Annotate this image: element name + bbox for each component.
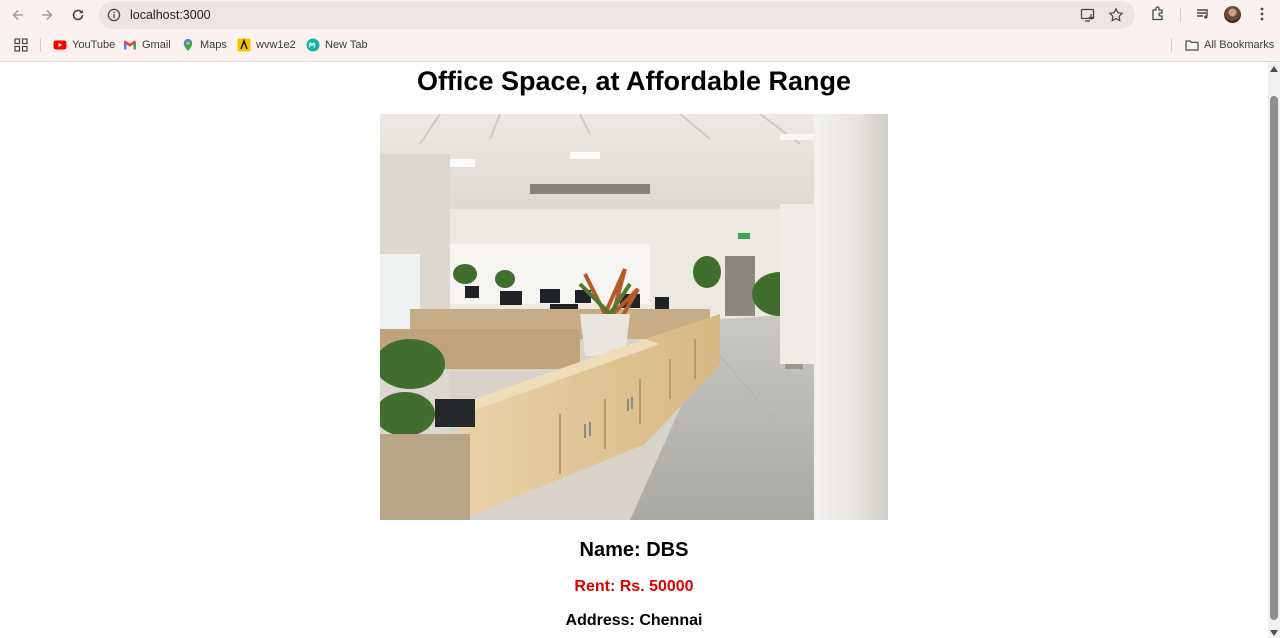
apps-grid-icon[interactable] [14, 38, 28, 52]
bookmark-star-icon[interactable] [1108, 7, 1124, 28]
url-text: localhost:3000 [130, 8, 211, 22]
scroll-up-arrow-icon[interactable] [1270, 66, 1278, 72]
bookmark-label: Maps [200, 39, 227, 51]
vertical-scrollbar[interactable] [1268, 63, 1280, 638]
all-bookmarks-button[interactable]: All Bookmarks [1185, 38, 1274, 52]
menu-kebab-icon[interactable] [1254, 6, 1270, 27]
page-title: Office Space, at Affordable Range [416, 66, 852, 96]
scrollbar-thumb[interactable] [1270, 96, 1278, 620]
bookmark-label: Gmail [142, 39, 171, 51]
forward-arrow-icon [42, 9, 53, 21]
maps-icon [183, 38, 193, 51]
back-arrow-icon [12, 9, 23, 21]
bookmark-new-tab[interactable]: New Tab [306, 38, 368, 52]
bookmark-youtube[interactable]: YouTube [53, 38, 115, 52]
office-rent: Rent: Rs. 50000 [574, 578, 694, 595]
gmail-icon [124, 40, 136, 50]
newtab-icon [306, 38, 320, 52]
folder-icon [1185, 40, 1199, 51]
bookmark-label: YouTube [72, 39, 116, 51]
reload-icon [72, 9, 84, 21]
bookmark-maps[interactable]: Maps [181, 38, 227, 52]
extensions-icon[interactable] [1150, 6, 1166, 27]
page-content: Office Space, at Affordable Range Name: … [0, 63, 1268, 638]
toolbar-divider [1180, 8, 1181, 22]
office-name: Name: DBS [579, 539, 689, 561]
profile-avatar[interactable] [1224, 6, 1241, 23]
bookmark-label: New Tab [325, 39, 368, 51]
bookmark-label: wvw1e2 [256, 39, 296, 51]
forward-button[interactable] [36, 4, 58, 26]
bookmarks-divider [40, 38, 41, 52]
bookmark-wvw1e2[interactable]: wvw1e2 [237, 38, 296, 52]
office-space-image [380, 114, 888, 520]
bookmarks-divider [1171, 38, 1172, 52]
browser-toolbar: localhost:3000 [0, 0, 1280, 30]
install-app-icon[interactable] [1080, 7, 1096, 28]
address-bar[interactable]: localhost:3000 [99, 1, 1135, 29]
media-controls-icon[interactable] [1195, 6, 1211, 27]
wvw-icon [237, 38, 251, 52]
bookmarks-bar: YouTube Gmail Maps wvw1e2 New Tab All Bo… [0, 30, 1280, 62]
reload-button[interactable] [67, 4, 89, 26]
scroll-down-arrow-icon[interactable] [1270, 630, 1278, 636]
all-bookmarks-label: All Bookmarks [1204, 39, 1275, 51]
bookmark-gmail[interactable]: Gmail [123, 38, 171, 52]
site-info-icon[interactable] [107, 8, 121, 27]
office-address: Address: Chennai [565, 612, 703, 629]
back-button[interactable] [7, 4, 29, 26]
youtube-icon [53, 40, 67, 50]
